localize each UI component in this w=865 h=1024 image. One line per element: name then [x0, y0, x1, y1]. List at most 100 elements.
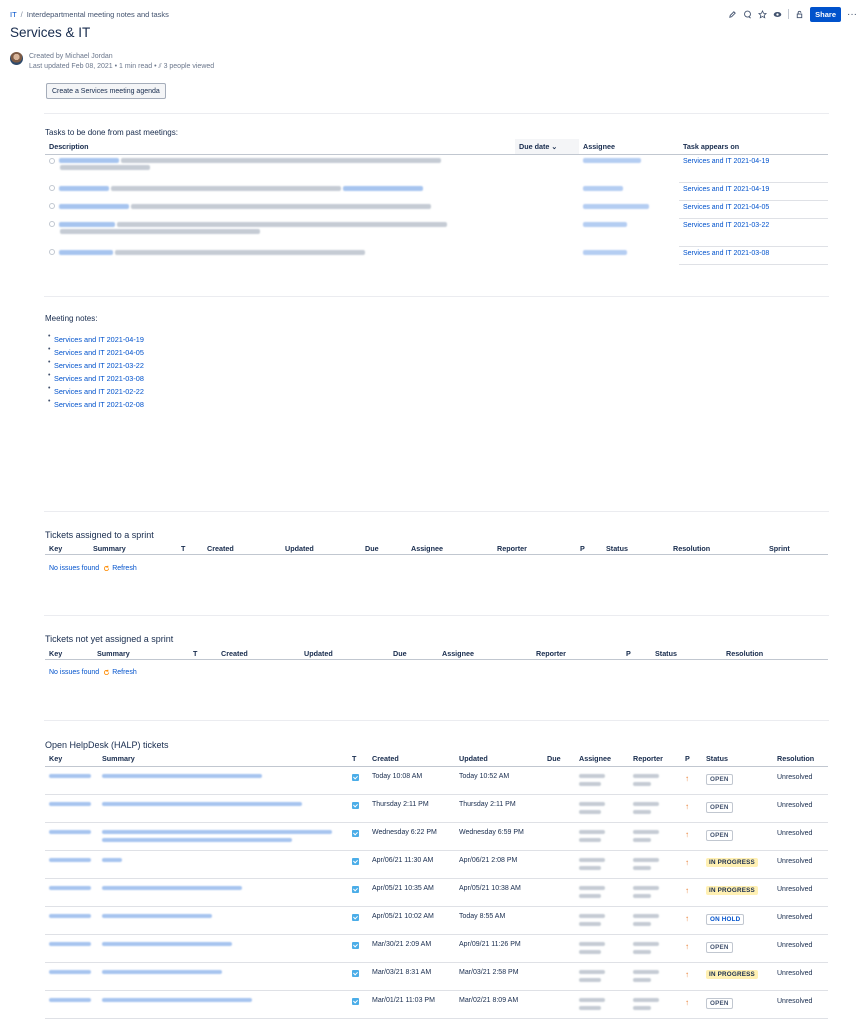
task-page-link[interactable]: Services and IT 2021-04-05 — [683, 204, 769, 211]
col-updated[interactable]: Updated — [455, 751, 543, 767]
col-updated[interactable]: Updated — [285, 544, 314, 553]
col-resolution[interactable]: Resolution — [673, 544, 710, 553]
col-created[interactable]: Created — [221, 649, 248, 658]
col-due[interactable]: Due — [543, 751, 575, 767]
ticket-row[interactable]: Apr/05/21 10:02 AM Today 8:55 AM ↑ ON HOLD U… — [45, 906, 828, 935]
ticket-summary[interactable] — [98, 962, 348, 991]
star-icon[interactable] — [758, 9, 768, 19]
ticket-key[interactable] — [45, 934, 98, 963]
col-due[interactable]: Due — [393, 649, 407, 658]
last-updated[interactable]: Last updated Feb 08, 2021 — [29, 63, 113, 70]
col-key[interactable]: Key — [49, 649, 62, 658]
col-assignee[interactable]: Assignee — [442, 649, 474, 658]
col-resolution[interactable]: Resolution — [726, 649, 763, 658]
ticket-row[interactable]: Apr/05/21 10:35 AM Apr/05/21 10:38 AM ↑ IN … — [45, 878, 828, 907]
watch-icon[interactable] — [773, 10, 782, 19]
task-assignee[interactable] — [579, 154, 679, 182]
ticket-summary[interactable] — [98, 794, 348, 823]
ticket-row[interactable]: Wednesday 6:22 PM Wednesday 6:59 PM ↑ OPEN U… — [45, 822, 828, 851]
ticket-row[interactable]: Thursday 2:11 PM Thursday 2:11 PM ↑ OPEN Unr… — [45, 794, 828, 823]
col-priority[interactable]: P — [681, 751, 702, 767]
col-updated[interactable]: Updated — [304, 649, 333, 658]
task-page-link[interactable]: Services and IT 2021-04-19 — [683, 158, 769, 165]
col-assignee[interactable]: Assignee — [411, 544, 443, 553]
ticket-summary[interactable] — [98, 766, 348, 795]
restrictions-icon[interactable] — [795, 10, 804, 19]
col-status[interactable]: Status — [655, 649, 677, 658]
mention[interactable] — [59, 158, 119, 164]
task-checkbox[interactable] — [49, 249, 55, 256]
ticket-row[interactable]: Mar/01/21 11:03 PM Mar/02/21 8:09 AM ↑ OPEN… — [45, 990, 828, 1019]
task-checkbox[interactable] — [49, 221, 55, 228]
col-reporter[interactable]: Reporter — [497, 544, 527, 553]
col-summary[interactable]: Summary — [98, 751, 348, 767]
ticket-summary[interactable] — [98, 822, 348, 851]
col-summary[interactable]: Summary — [97, 649, 130, 658]
ticket-key[interactable] — [45, 878, 98, 907]
task-assignee[interactable] — [579, 200, 679, 218]
mention[interactable] — [59, 185, 109, 191]
ticket-summary[interactable] — [98, 906, 348, 935]
task-checkbox[interactable] — [49, 203, 55, 210]
mention[interactable] — [59, 249, 113, 255]
col-task-appears-on[interactable]: Task appears on — [679, 139, 828, 155]
task-assignee[interactable] — [579, 218, 679, 246]
more-actions-icon[interactable]: ··· — [847, 9, 857, 20]
breadcrumb-parent-link[interactable]: Interdepartmental meeting notes and task… — [27, 10, 169, 19]
comment-icon[interactable] — [743, 10, 752, 19]
col-priority[interactable]: P — [626, 649, 631, 658]
col-sprint[interactable]: Sprint — [769, 544, 790, 553]
meeting-note-link[interactable]: Services and IT 2021-04-19 — [48, 330, 168, 346]
col-due-date[interactable]: Due date ⌄ — [515, 139, 579, 155]
col-due[interactable]: Due — [365, 544, 379, 553]
task-assignee[interactable] — [579, 246, 679, 264]
ticket-key[interactable] — [45, 850, 98, 879]
ticket-key[interactable] — [45, 822, 98, 851]
col-assignee[interactable]: Assignee — [575, 751, 629, 767]
meeting-note-link[interactable]: Services and IT 2021-02-08 — [48, 395, 156, 411]
share-button[interactable]: Share — [810, 6, 841, 22]
mention[interactable] — [342, 185, 423, 191]
meeting-note-link[interactable]: Services and IT 2021-03-08 — [48, 369, 156, 385]
ticket-key[interactable] — [45, 794, 98, 823]
col-assignee[interactable]: Assignee — [579, 139, 679, 155]
col-type[interactable]: T — [348, 751, 368, 767]
col-status[interactable]: Status — [702, 751, 773, 767]
ticket-summary[interactable] — [98, 990, 348, 1019]
ticket-row[interactable]: Mar/30/21 2:09 AM Apr/09/21 11:26 PM ↑ OPEN… — [45, 934, 828, 963]
ticket-row[interactable]: Mar/03/21 8:31 AM Mar/03/21 2:58 PM ↑ IN PR… — [45, 962, 828, 991]
ticket-summary[interactable] — [98, 878, 348, 907]
ticket-row[interactable]: Today 10:08 AM Today 10:52 AM ↑ OPEN Unresol… — [45, 766, 828, 795]
col-type[interactable]: T — [193, 649, 197, 658]
edit-icon[interactable] — [728, 10, 737, 19]
ticket-key[interactable] — [45, 906, 98, 935]
ticket-row[interactable]: Apr/06/21 11:30 AM Apr/06/21 2:08 PM ↑ IN P… — [45, 850, 828, 879]
ticket-summary[interactable] — [98, 850, 348, 879]
meeting-note-link[interactable]: Services and IT 2021-04-05 — [48, 343, 156, 359]
col-type[interactable]: T — [181, 544, 185, 553]
ticket-summary[interactable] — [98, 934, 348, 963]
task-checkbox[interactable] — [49, 185, 55, 192]
task-page-link[interactable]: Services and IT 2021-03-08 — [683, 250, 769, 257]
col-key[interactable]: Key — [49, 544, 62, 553]
col-description[interactable]: Description — [45, 139, 515, 155]
col-created[interactable]: Created — [207, 544, 234, 553]
refresh-button[interactable]: Refresh — [103, 565, 137, 572]
col-reporter[interactable]: Reporter — [629, 751, 681, 767]
meeting-note-link[interactable]: Services and IT 2021-02-22 — [48, 382, 156, 398]
avatar[interactable] — [10, 52, 23, 65]
ticket-key[interactable] — [45, 766, 98, 795]
col-resolution[interactable]: Resolution — [773, 751, 828, 767]
col-summary[interactable]: Summary — [93, 544, 126, 553]
mention[interactable] — [59, 203, 129, 209]
col-status[interactable]: Status — [606, 544, 628, 553]
create-agenda-button[interactable]: Create a Services meeting agenda — [46, 83, 166, 99]
task-checkbox[interactable] — [49, 157, 55, 164]
task-assignee[interactable] — [579, 182, 679, 200]
viewers-count[interactable]: 3 people viewed — [164, 63, 215, 70]
meeting-note-link[interactable]: Services and IT 2021-03-22 — [48, 356, 156, 372]
col-key[interactable]: Key — [45, 751, 98, 767]
col-reporter[interactable]: Reporter — [536, 649, 566, 658]
refresh-button[interactable]: Refresh — [103, 669, 137, 676]
mention[interactable] — [59, 221, 115, 227]
